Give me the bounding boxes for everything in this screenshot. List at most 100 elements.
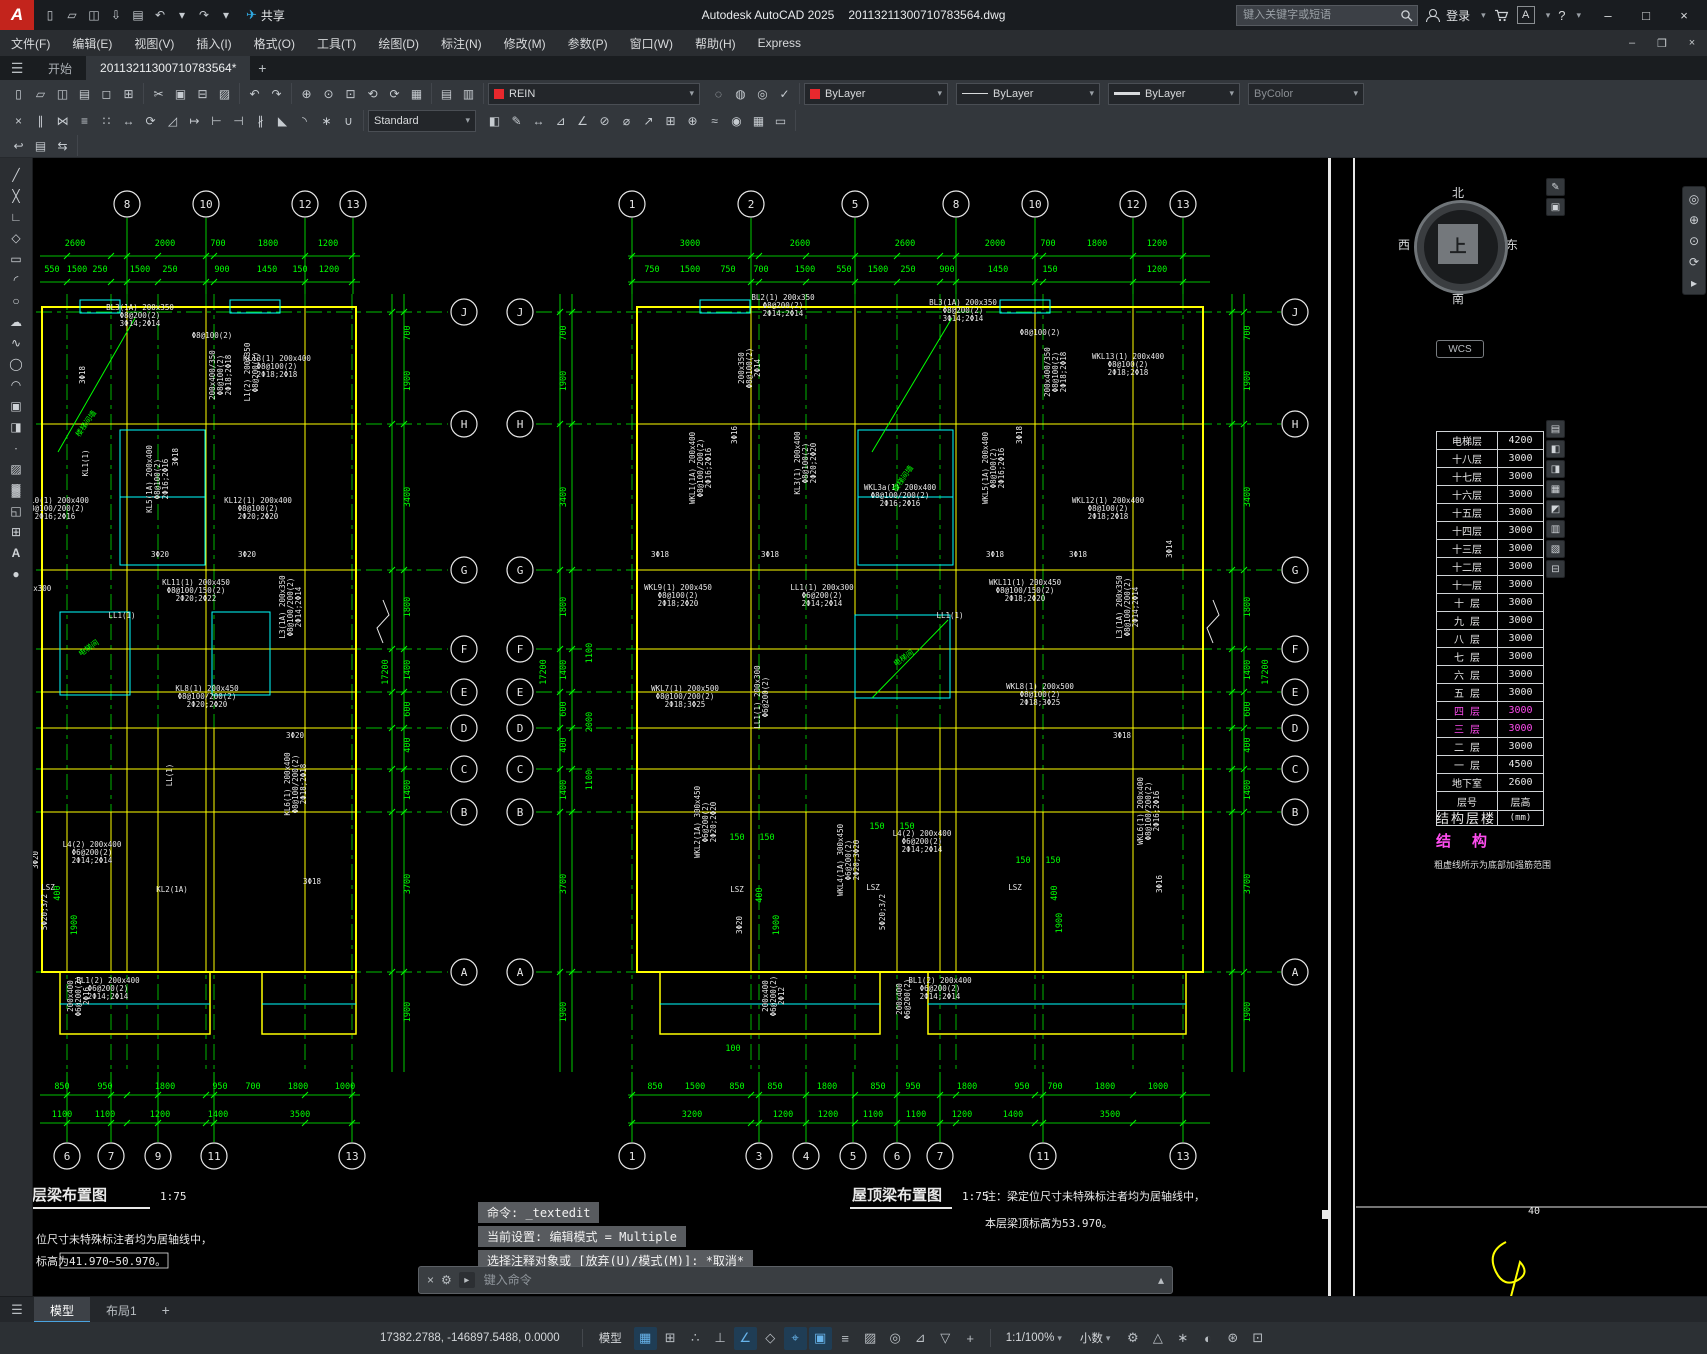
tab-document[interactable]: 20113211300710783564* [86, 56, 251, 80]
status-polar-toggle[interactable]: ∠ [733, 1326, 757, 1350]
layer-properties-icon[interactable]: ▤ [436, 83, 457, 104]
open-icon[interactable]: ▱ [62, 5, 82, 25]
command-line[interactable]: × ⚙ ▸ ▴ [418, 1266, 1173, 1294]
layer-isolate-icon[interactable]: ◍ [730, 83, 751, 104]
array-icon[interactable]: ∷ [96, 110, 117, 131]
menu-item-6[interactable]: 工具(T) [306, 30, 367, 56]
layer-states-icon[interactable]: ▥ [458, 83, 479, 104]
wcs-indicator[interactable]: WCS [1436, 340, 1484, 358]
cut-icon[interactable]: ✂ [148, 83, 169, 104]
pan-icon[interactable]: ⊕ [1685, 210, 1703, 229]
dim-edit-icon[interactable]: ≈ [704, 110, 725, 131]
explode-icon[interactable]: ∗ [316, 110, 337, 131]
signin-caret-icon[interactable]: ▾ [1481, 10, 1486, 21]
access-caret-icon[interactable]: ▾ [1546, 10, 1551, 21]
join-icon[interactable]: ∪ [338, 110, 359, 131]
dim-angular-icon[interactable]: ∠ [572, 110, 593, 131]
text-style-icon[interactable]: ▭ [770, 110, 791, 131]
zoom-previous-icon[interactable]: ⟲ [362, 83, 383, 104]
tab-start[interactable]: 开始 [34, 56, 86, 80]
line-icon[interactable]: ╱ [5, 165, 27, 184]
dim-radius-icon[interactable]: ⊘ [594, 110, 615, 131]
hatch-icon[interactable]: ▨ [5, 459, 27, 478]
tab-layout1[interactable]: 布局1 [90, 1297, 153, 1323]
new-drawing-tab-button[interactable]: + [250, 56, 274, 80]
compass-north-label[interactable]: 北 [1452, 184, 1464, 201]
copy-object-icon[interactable]: ∥ [30, 110, 51, 131]
status-annotation-visibility-icon[interactable]: △ [1146, 1327, 1169, 1350]
rectangle-icon[interactable]: ▭ [5, 249, 27, 268]
save-icon[interactable]: ◫ [52, 83, 73, 104]
offset-icon[interactable]: ≡ [74, 110, 95, 131]
point-icon[interactable]: ∙ [5, 438, 27, 457]
plot-icon[interactable]: ▤ [128, 5, 148, 25]
menu-item-8[interactable]: 标注(N) [430, 30, 493, 56]
spline-icon[interactable]: ∿ [5, 333, 27, 352]
redo-icon[interactable]: ↷ [266, 83, 287, 104]
nav-wheel-icon[interactable]: ◎ [1685, 189, 1703, 208]
command-customize-icon[interactable]: ⚙ [441, 1273, 452, 1287]
menu-item-7[interactable]: 绘图(D) [367, 30, 430, 56]
move-icon[interactable]: ↔ [118, 110, 139, 131]
polyline-icon[interactable]: ∟ [5, 207, 27, 226]
save-icon[interactable]: ◫ [84, 5, 104, 25]
circle-icon[interactable]: ○ [5, 291, 27, 310]
menu-item-5[interactable]: 格式(O) [243, 30, 306, 56]
region-icon[interactable]: ◱ [5, 501, 27, 520]
undo-icon[interactable]: ↶ [150, 5, 170, 25]
extend-icon[interactable]: ⊣ [228, 110, 249, 131]
annotate-icon[interactable]: ✎ [506, 110, 527, 131]
layer-combo[interactable]: REIN ▾ [488, 82, 700, 105]
view-compass[interactable]: 北 南 西 东 上 [1398, 184, 1518, 306]
dim-diameter-icon[interactable]: ⌀ [616, 110, 637, 131]
autodesk-access-icon[interactable]: A [1516, 6, 1535, 24]
redo-icon[interactable]: ↷ [194, 5, 214, 25]
menu-item-9[interactable]: 修改(M) [493, 30, 557, 56]
store-cart-icon[interactable] [1494, 9, 1509, 22]
menu-item-1[interactable]: 文件(F) [0, 30, 61, 56]
layer-walk-icon[interactable]: ▤ [30, 135, 51, 156]
search-input[interactable] [1241, 8, 1401, 22]
status-snap-toggle[interactable]: ⊞ [659, 1327, 682, 1350]
publish-icon[interactable]: ⊞ [118, 83, 139, 104]
menu-item-11[interactable]: 窗口(W) [619, 30, 684, 56]
layer-c-icon[interactable]: ◨ [1546, 460, 1565, 478]
polygon-icon[interactable]: ◇ [5, 228, 27, 247]
arc-icon[interactable]: ◜ [5, 270, 27, 289]
zoom-window-icon[interactable]: ⊡ [340, 83, 361, 104]
command-close-icon[interactable]: × [427, 1273, 434, 1287]
doc-restore-button[interactable]: ❐ [1647, 31, 1677, 55]
copy-icon[interactable]: ▣ [170, 83, 191, 104]
status-clean-screen-icon[interactable]: ⊡ [1246, 1327, 1269, 1350]
orbit-icon[interactable]: ⟳ [1685, 252, 1703, 271]
units-button[interactable]: 小数 ▾ [1073, 1330, 1118, 1346]
menu-item-2[interactable]: 编辑(E) [61, 30, 123, 56]
layout-menu-icon[interactable]: ☰ [0, 1302, 34, 1318]
insert-block-icon[interactable]: ▣ [5, 396, 27, 415]
save-as-icon[interactable]: ⇩ [106, 5, 126, 25]
table-icon[interactable]: ⊞ [5, 522, 27, 541]
status-transparency-toggle[interactable]: ▨ [859, 1327, 882, 1350]
minimize-button[interactable]: – [1589, 0, 1627, 30]
search-icon[interactable] [1400, 9, 1413, 22]
ellipse-icon[interactable]: ◯ [5, 354, 27, 373]
layer-translate-icon[interactable]: ⇆ [52, 135, 73, 156]
plot-preview-icon[interactable]: ◻ [96, 83, 117, 104]
search-box[interactable] [1236, 4, 1419, 26]
layer-b-icon[interactable]: ◧ [1546, 440, 1565, 458]
open-icon[interactable]: ▱ [30, 83, 51, 104]
gradient-icon[interactable]: ▓ [5, 480, 27, 499]
rotate-icon[interactable]: ⟳ [140, 110, 161, 131]
point-style-icon[interactable]: ● [5, 564, 27, 583]
chamfer-icon[interactable]: ◣ [272, 110, 293, 131]
layer-off-icon[interactable]: ◌ [708, 83, 729, 104]
menu-item-4[interactable]: 插入(I) [185, 30, 242, 56]
status-grid-toggle[interactable]: ▦ [633, 1326, 657, 1350]
compass-west-label[interactable]: 西 [1398, 236, 1410, 253]
compass-top-face[interactable]: 上 [1438, 224, 1478, 264]
ellipse-arc-icon[interactable]: ◠ [5, 375, 27, 394]
new-file-icon[interactable]: ▯ [40, 5, 60, 25]
status-ortho-toggle[interactable]: ⊥ [709, 1327, 732, 1350]
status-dynamic-ucs-toggle[interactable]: ⊿ [909, 1327, 932, 1350]
dim-style-icon[interactable]: ◉ [726, 110, 747, 131]
